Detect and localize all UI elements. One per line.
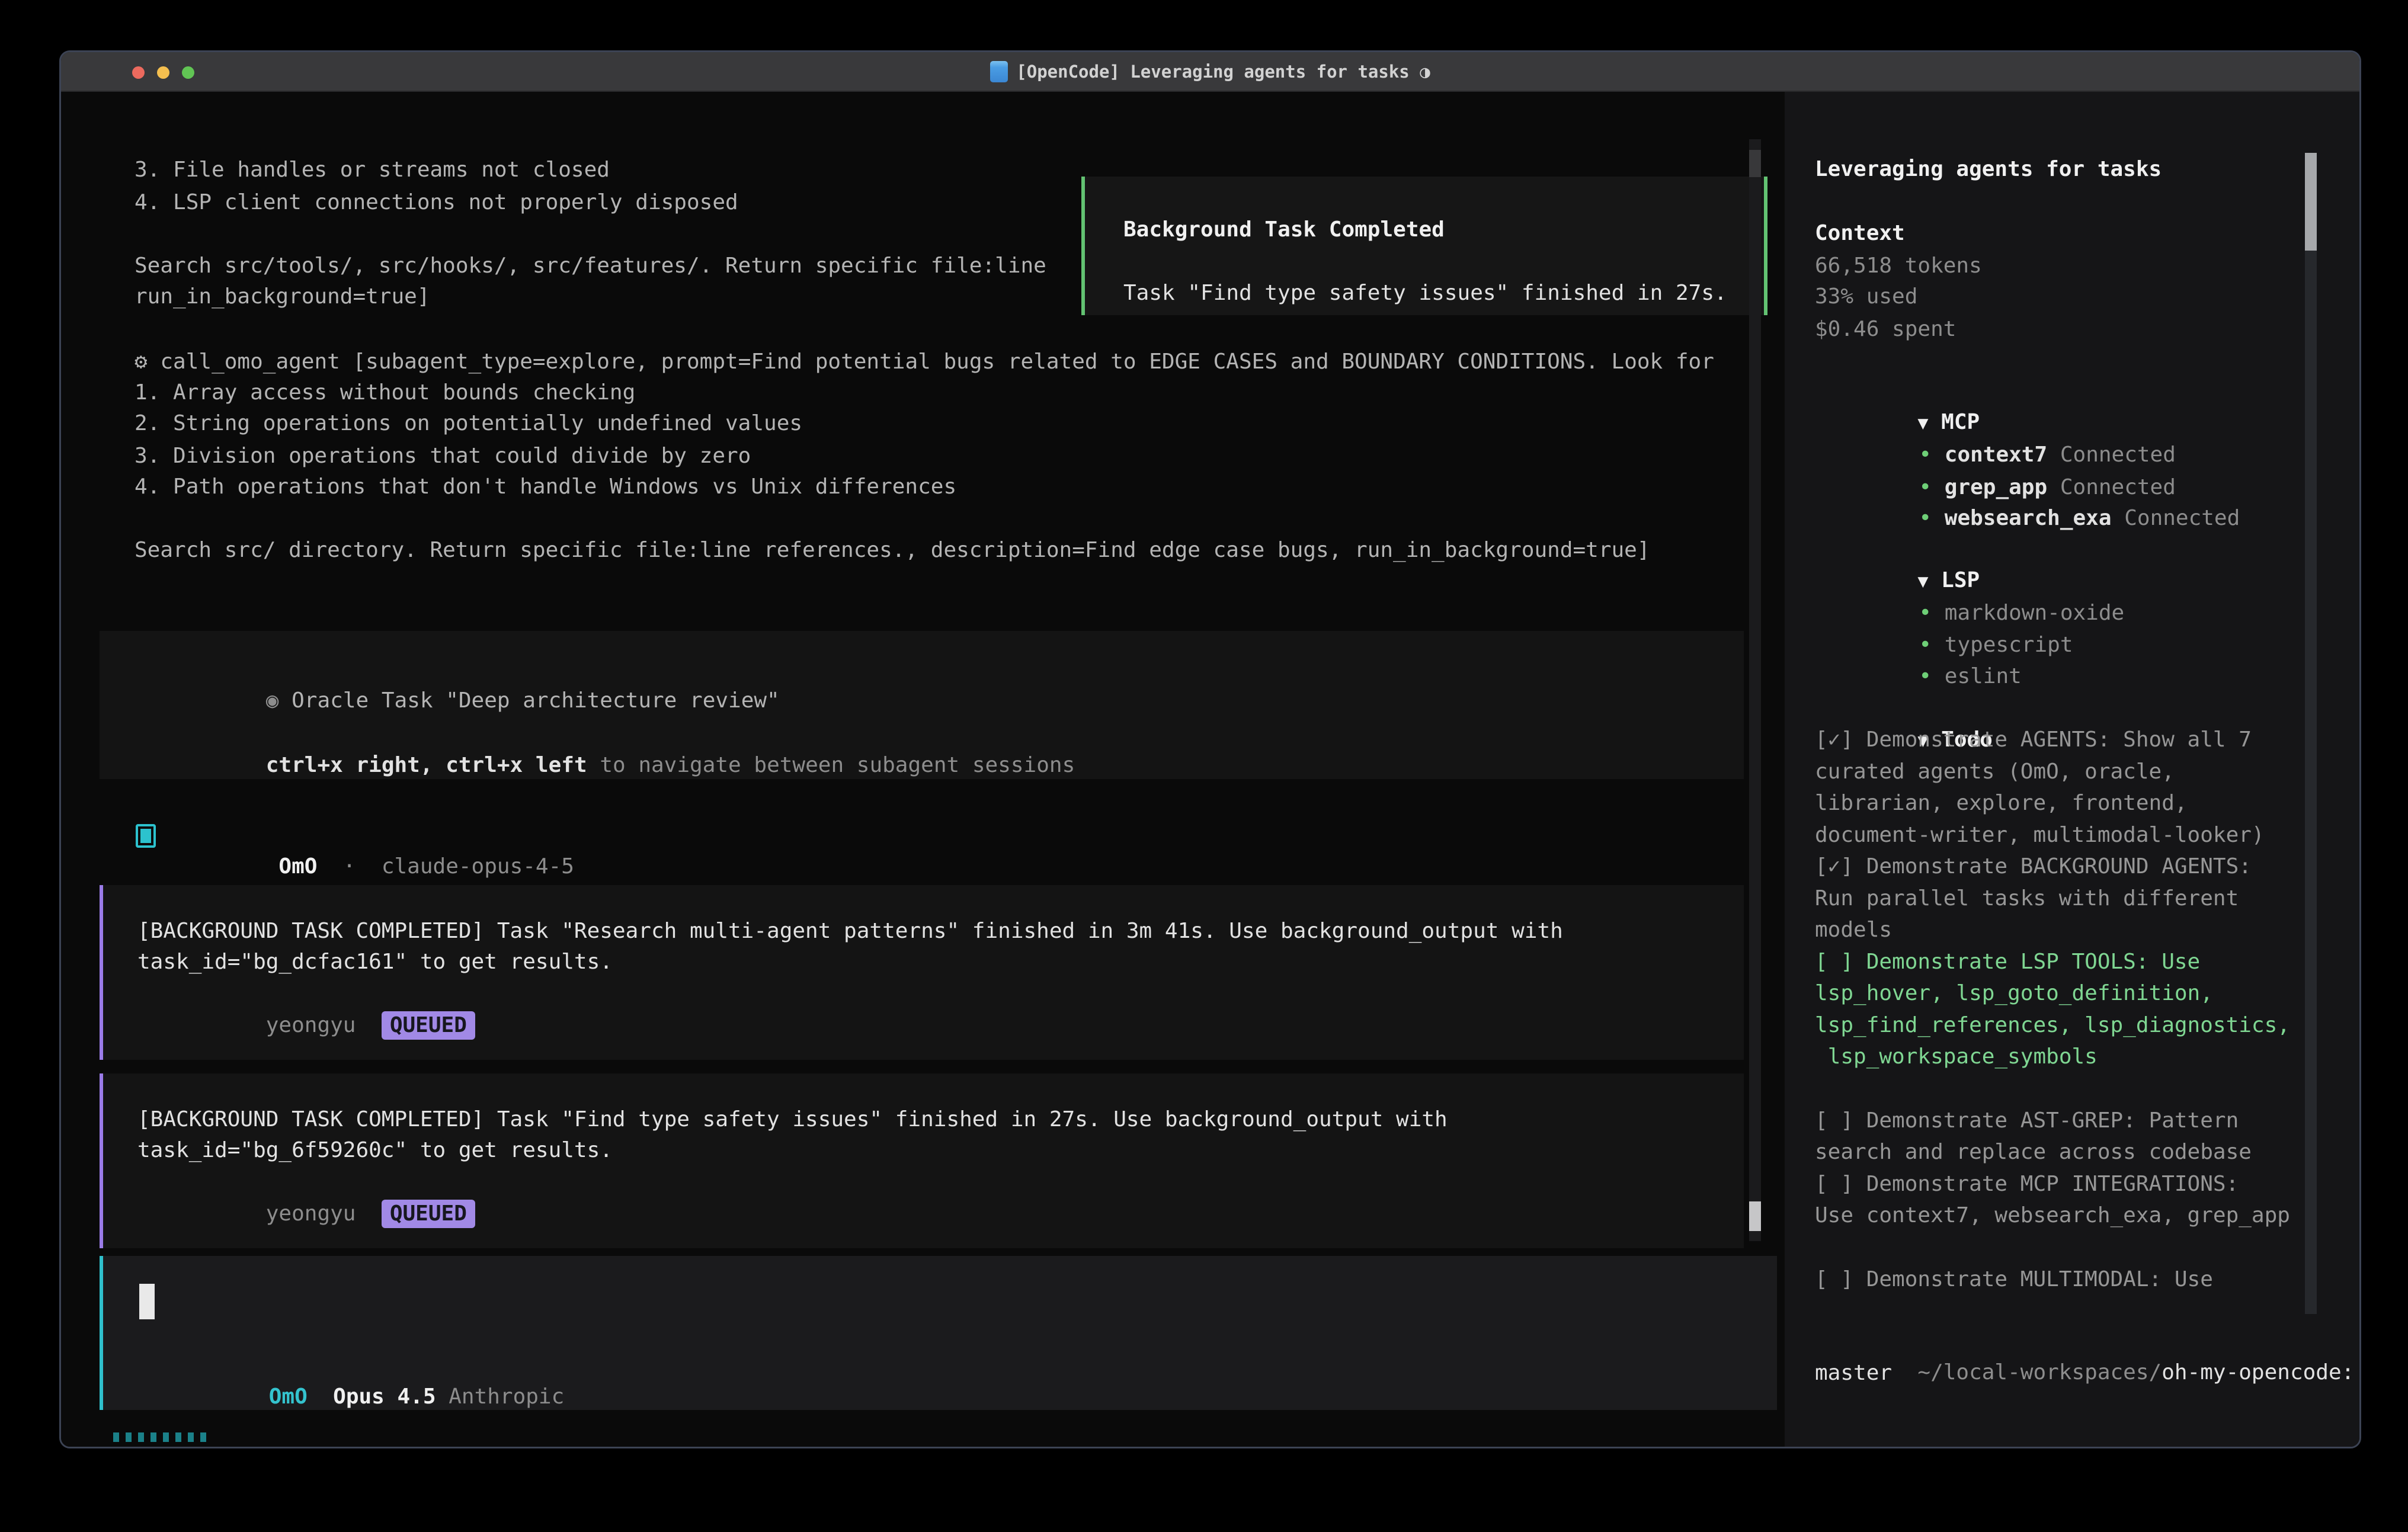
terminal-window: [OpenCode] Leveraging agents for tasks ◑… [59, 50, 2361, 1448]
agent-model: claude-opus-4-5 [382, 854, 574, 879]
agent-name: OmO [278, 854, 317, 879]
prompt-input[interactable]: OmO Opus 4.5 Anthropic [100, 1256, 1777, 1410]
screen: [OpenCode] Leveraging agents for tasks ◑… [0, 0, 2408, 1532]
omo-agent-icon [136, 824, 156, 848]
task-message-line: [BACKGROUND TASK COMPLETED] Task "Resear… [137, 915, 1563, 947]
statusbar-left: esc interrupt [242, 1421, 511, 1448]
toast-title: Background Task Completed [1123, 214, 1445, 245]
sidebar: Leveraging agents for tasks Context 66,5… [1785, 92, 2359, 1447]
lsp-item: • eslint [1816, 629, 2022, 661]
queued-badge: QUEUED [382, 1011, 475, 1040]
todo-list: [✓] Demonstrate AGENTS: Show all 7 curat… [1815, 724, 2316, 1295]
context-heading: Context [1815, 217, 1905, 249]
opencode-version: • OpenCode 1.0.163 [1816, 1421, 2150, 1448]
context-used: 33% used [1815, 281, 1917, 312]
agent-header: OmO · claude-opus-4-5 [176, 819, 574, 851]
input-model[interactable]: Opus 4.5 [333, 1384, 436, 1409]
todo-item[interactable]: [✓] Demonstrate AGENTS: Show all 7 curat… [1815, 724, 2316, 851]
tool-call-line: 1. Array access without bounds checking [135, 377, 635, 408]
mcp-item: • context7 Connected [1816, 408, 2176, 439]
lsp-item: • typescript [1816, 598, 2073, 629]
output-line: 4. LSP client connections not properly d… [135, 187, 738, 218]
radio-icon: ◉ [266, 688, 279, 713]
output-line: 3. File handles or streams not closed [135, 154, 610, 185]
status-dot-icon: • [1919, 506, 1932, 530]
todo-item[interactable]: [ ] Demonstrate LSP TOOLS: Use lsp_hover… [1815, 946, 2316, 1073]
task-message-line: [BACKGROUND TASK COMPLETED] Task "Find t… [137, 1104, 1448, 1135]
todo-item[interactable]: [ ] Demonstrate MCP INTEGRATIONS: Use co… [1815, 1168, 2316, 1232]
todo-item[interactable]: [ ] Demonstrate MULTIMODAL: Use [1815, 1264, 2316, 1296]
main-scrollbar-thumb-top[interactable] [1749, 150, 1761, 177]
chat-pane: 3. File handles or streams not closed 4.… [61, 92, 1785, 1447]
status-dot-icon: • [1919, 664, 1932, 688]
lsp-item: • markdown-oxide [1816, 566, 2124, 597]
window-title: [OpenCode] Leveraging agents for tasks ◑ [1016, 62, 1430, 82]
tool-call-line: 3. Division operations that could divide… [135, 440, 751, 472]
oracle-task-title: ◉ Oracle Task "Deep architecture review" [137, 653, 780, 685]
tool-call-line: 2. String operations on potentially unde… [135, 408, 802, 439]
context-spent: $0.46 spent [1815, 313, 1956, 345]
task-user: yeongyu [266, 1013, 356, 1037]
oracle-task-box[interactable]: ◉ Oracle Task "Deep architecture review"… [100, 631, 1744, 779]
sidebar-scrollbar[interactable] [2305, 153, 2317, 1314]
input-agent-name[interactable]: OmO [269, 1384, 308, 1409]
lsp-section-header[interactable]: ▼ LSP [1815, 533, 1980, 565]
input-provider: Anthropic [449, 1384, 564, 1409]
output-line: run_in_background=true] [135, 281, 430, 312]
tool-call-line: ⚙ call_omo_agent [subagent_type=explore,… [135, 346, 1714, 377]
task-message-line: task_id="bg_6f59260c" to get results. [137, 1134, 613, 1166]
background-task-message[interactable]: [BACKGROUND TASK COMPLETED] Task "Resear… [100, 885, 1744, 1060]
mcp-section-header[interactable]: ▼ MCP [1815, 375, 1980, 406]
document-icon [990, 61, 1008, 82]
spinner-dots [113, 1432, 206, 1442]
window-titlebar[interactable]: [OpenCode] Leveraging agents for tasks ◑ [61, 52, 2359, 92]
task-message-meta: yeongyu QUEUED [137, 978, 475, 1009]
sidebar-scrollbar-thumb[interactable] [2305, 153, 2317, 251]
session-title: Leveraging agents for tasks [1815, 153, 2162, 185]
git-branch: master [1815, 1357, 1892, 1389]
tool-call-line: Search src/ directory. Return specific f… [135, 534, 1650, 566]
input-status-row: OmO Opus 4.5 Anthropic [140, 1350, 564, 1381]
mcp-item: • grep_app Connected [1816, 440, 2176, 472]
output-line: Search src/tools/, src/hooks/, src/featu… [135, 250, 1046, 281]
tool-call-line: 4. Path operations that don't handle Win… [135, 471, 956, 502]
text-cursor [139, 1284, 155, 1319]
task-message-meta: yeongyu QUEUED [137, 1166, 475, 1198]
todo-item[interactable]: [ ] Demonstrate AST-GREP: Pattern search… [1815, 1105, 2316, 1168]
oracle-task-hint: ctrl+x right, ctrl+x left to navigate be… [137, 718, 1075, 749]
gear-icon: ⚙ [135, 350, 148, 374]
task-message-line: task_id="bg_dcfac161" to get results. [137, 946, 613, 977]
mcp-item: • websearch_exa Connected [1816, 471, 2240, 502]
todo-item[interactable]: [✓] Demonstrate BACKGROUND AGENTS: Run p… [1815, 851, 2316, 946]
main-scrollbar-thumb[interactable] [1749, 1201, 1761, 1231]
task-user: yeongyu [266, 1201, 356, 1226]
background-task-toast[interactable]: Background Task Completed Task "Find typ… [1081, 177, 1767, 315]
queued-badge: QUEUED [382, 1200, 475, 1228]
toast-body: Task "Find type safety issues" finished … [1123, 277, 1727, 309]
maximize-window-button[interactable] [182, 66, 194, 79]
context-tokens: 66,518 tokens [1815, 250, 1982, 281]
main-scrollbar[interactable] [1749, 139, 1761, 1241]
close-window-button[interactable] [132, 66, 145, 79]
todo-section-header[interactable]: ▼ Todo [1815, 693, 1993, 724]
minimize-window-button[interactable] [157, 66, 169, 79]
background-task-message[interactable]: [BACKGROUND TASK COMPLETED] Task "Find t… [100, 1073, 1744, 1248]
workspace-path: ~/local-workspaces/oh-my-opencode: [1815, 1325, 2354, 1357]
